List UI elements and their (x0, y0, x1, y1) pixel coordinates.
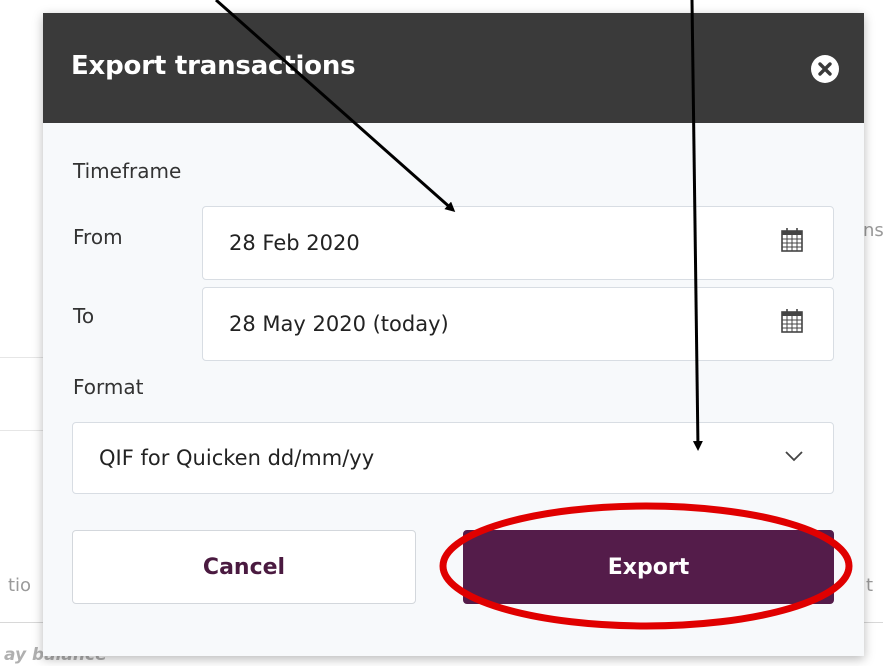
from-label: From (73, 225, 123, 249)
close-button[interactable] (811, 55, 839, 83)
from-date-value: 28 Feb 2020 (229, 231, 360, 255)
to-date-value: 28 May 2020 (today) (229, 312, 449, 336)
bg-divider (0, 357, 43, 358)
bg-partial-text: ns (863, 220, 883, 241)
export-transactions-dialog: Export transactions Timeframe From 28 Fe… (43, 13, 864, 656)
close-icon (818, 62, 832, 76)
export-button[interactable]: Export (463, 530, 834, 604)
calendar-icon[interactable] (780, 308, 804, 334)
format-select-value: QIF for Quicken dd/mm/yy (99, 446, 375, 470)
from-date-field[interactable]: 28 Feb 2020 (202, 206, 834, 280)
to-label: To (73, 304, 95, 328)
cancel-button[interactable]: Cancel (72, 530, 416, 604)
dialog-header: Export transactions (43, 13, 864, 123)
bg-divider (0, 430, 43, 431)
format-label: Format (73, 375, 144, 399)
timeframe-label: Timeframe (73, 159, 182, 183)
chevron-down-icon (785, 451, 803, 462)
dialog-title: Export transactions (71, 51, 356, 81)
bg-partial-text: tio (8, 575, 32, 596)
bg-partial-text: t (866, 575, 874, 596)
calendar-icon[interactable] (780, 227, 804, 253)
to-date-field[interactable]: 28 May 2020 (today) (202, 287, 834, 361)
format-select[interactable]: QIF for Quicken dd/mm/yy (72, 422, 834, 494)
